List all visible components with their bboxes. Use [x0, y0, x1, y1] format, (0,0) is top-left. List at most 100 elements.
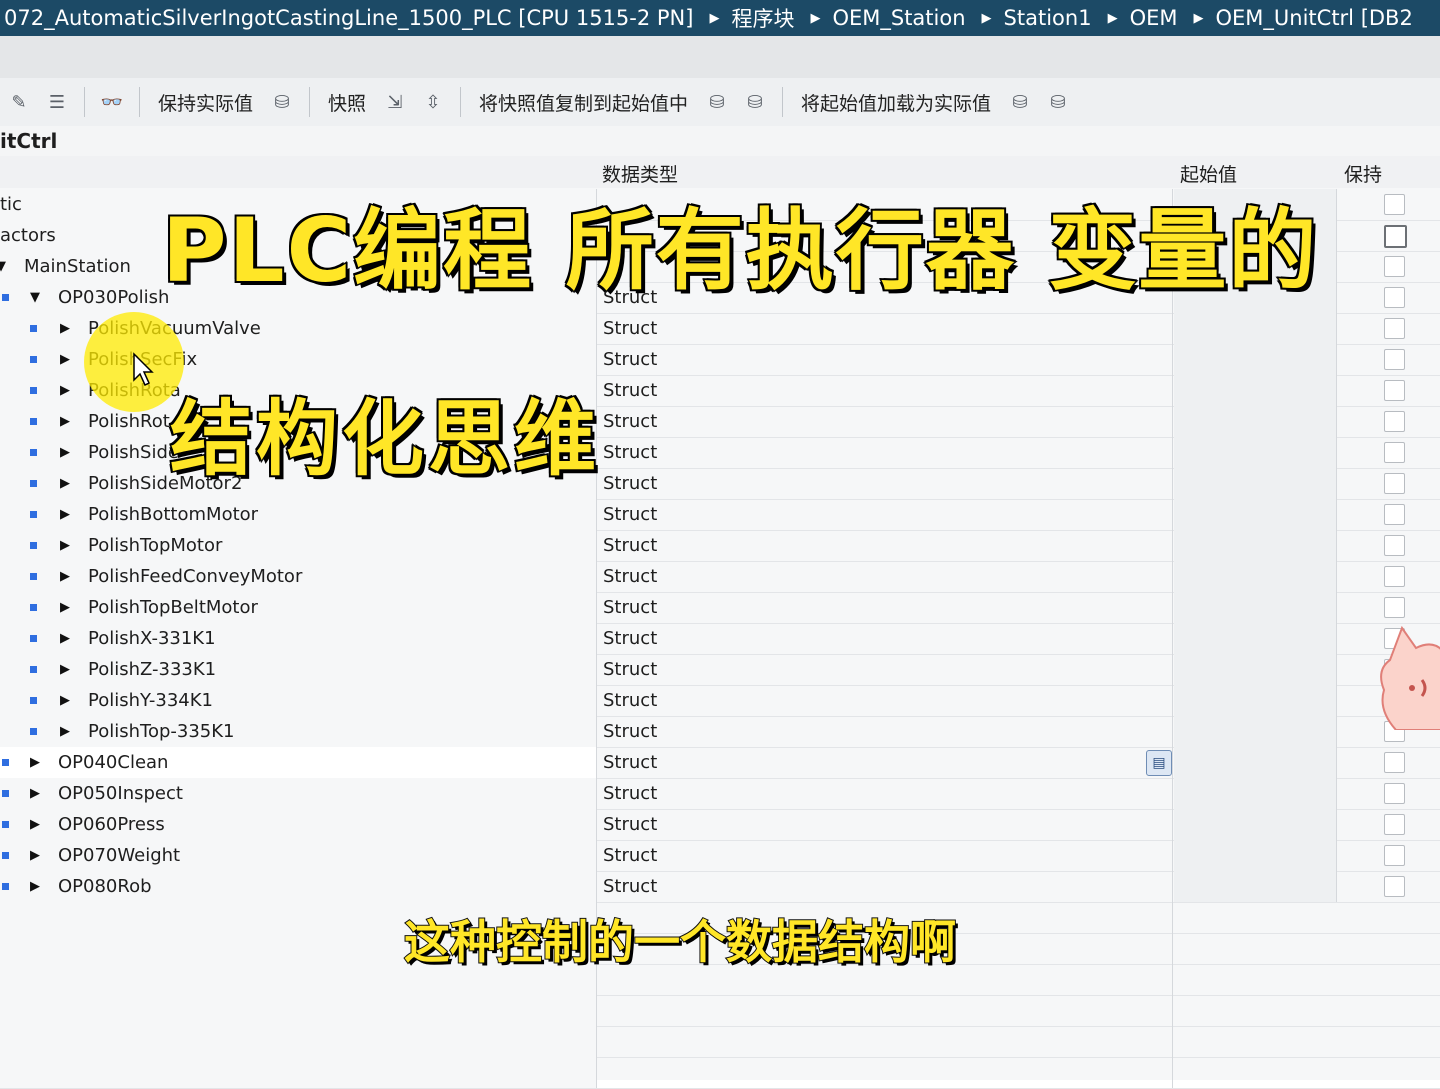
name-cell[interactable]: ▶ OP070Weight — [0, 840, 597, 871]
name-cell[interactable]: ▶ PolishTop-335K1 — [0, 716, 597, 747]
expand-arrow-icon[interactable]: ▶ — [60, 499, 70, 530]
table-row[interactable]: ▶ OP040Clean Struct ▤ — [0, 747, 1440, 779]
collapse-arrow-icon[interactable]: ▼ — [30, 282, 40, 313]
table-row[interactable]: ▶ OP060Press Struct — [0, 809, 1440, 841]
snapshot-save-icon[interactable]: ⇳ — [420, 90, 446, 114]
expand-arrow-icon[interactable]: ▶ — [60, 375, 70, 406]
table-row[interactable]: ▶ PolishY-334K1 Struct — [0, 685, 1440, 717]
retain-checkbox[interactable] — [1384, 318, 1405, 339]
expand-arrow-icon[interactable]: ▶ — [60, 437, 70, 468]
start-value-cell[interactable] — [1174, 468, 1337, 499]
data-type-cell[interactable]: Struct — [597, 716, 1173, 747]
start-value-cell[interactable] — [1174, 654, 1337, 685]
edit-icon[interactable]: ✎ — [6, 90, 32, 114]
start-value-cell[interactable] — [1174, 406, 1337, 437]
data-type-cell[interactable]: Struct — [597, 778, 1173, 809]
column-retain[interactable]: 保持 — [1344, 160, 1382, 187]
data-type-cell[interactable]: Struct — [597, 685, 1173, 716]
name-cell[interactable]: ▶ OP060Press — [0, 809, 597, 840]
start-value-cell[interactable] — [1174, 685, 1337, 716]
retain-checkbox[interactable] — [1384, 845, 1405, 866]
breadcrumb-item[interactable]: 072_AutomaticSilverIngotCastingLine_1500… — [0, 6, 701, 30]
snapshot-button[interactable]: 快照 — [318, 89, 376, 116]
expand-arrow-icon[interactable]: ▶ — [30, 747, 40, 778]
name-cell[interactable]: ▶ PolishX-331K1 — [0, 623, 597, 654]
table-row[interactable]: ▶ PolishX-331K1 Struct — [0, 623, 1440, 655]
list-icon[interactable]: ☰ — [44, 90, 70, 114]
data-type-cell[interactable]: Struct — [597, 530, 1173, 561]
retain-checkbox[interactable] — [1384, 256, 1405, 277]
database-icon[interactable]: ⛁ — [269, 90, 295, 114]
data-type-cell[interactable]: Struct — [597, 623, 1173, 654]
copy-snapshot-to-start-button[interactable]: 将快照值复制到起始值中 — [469, 89, 698, 116]
name-cell[interactable]: ▶ PolishTopBeltMotor — [0, 592, 597, 623]
breadcrumb-item[interactable]: Station1 — [1000, 6, 1100, 30]
table-row[interactable]: ▶ PolishZ-333K1 Struct — [0, 654, 1440, 686]
table-row[interactable]: ▶ OP070Weight Struct — [0, 840, 1440, 872]
start-value-cell[interactable] — [1174, 778, 1337, 809]
data-type-cell[interactable]: Struct — [597, 747, 1173, 778]
detail-edit-icon[interactable]: ▤ — [1146, 750, 1172, 776]
name-cell[interactable]: ▶ OP050Inspect — [0, 778, 597, 809]
retain-checkbox[interactable] — [1384, 783, 1405, 804]
name-cell[interactable]: ▶ PolishZ-333K1 — [0, 654, 597, 685]
expand-arrow-icon[interactable]: ▶ — [60, 654, 70, 685]
expand-arrow-icon[interactable]: ▶ — [60, 592, 70, 623]
start-value-cell[interactable] — [1174, 592, 1337, 623]
load-start-as-actual-button[interactable]: 将起始值加载为实际值 — [791, 89, 1001, 116]
load-start-all-icon[interactable]: ⛁ — [1045, 90, 1071, 114]
name-cell[interactable]: ▶ OP040Clean — [0, 747, 597, 778]
retain-checkbox[interactable] — [1384, 597, 1405, 618]
keep-actual-values-button[interactable]: 保持实际值 — [148, 89, 263, 116]
expand-arrow-icon[interactable]: ▶ — [60, 313, 70, 344]
start-value-cell[interactable] — [1174, 499, 1337, 530]
name-cell[interactable]: ▶ PolishBottomMotor — [0, 499, 597, 530]
breadcrumb-item[interactable]: OEM — [1126, 6, 1186, 30]
data-type-cell[interactable]: Struct — [597, 313, 1173, 344]
name-cell[interactable]: ▶ PolishY-334K1 — [0, 685, 597, 716]
name-cell[interactable]: ▶ PolishTopMotor — [0, 530, 597, 561]
expand-arrow-icon[interactable]: ▶ — [60, 685, 70, 716]
data-type-cell[interactable]: Struct — [597, 406, 1173, 437]
data-type-cell[interactable]: Struct — [597, 654, 1173, 685]
retain-checkbox[interactable] — [1384, 535, 1405, 556]
data-type-cell[interactable]: Struct — [597, 437, 1173, 468]
breadcrumb-item[interactable]: OEM_Station — [828, 6, 973, 30]
expand-arrow-icon[interactable]: ▶ — [30, 809, 40, 840]
table-row[interactable]: ▶ PolishTop-335K1 Struct — [0, 716, 1440, 748]
expand-arrow-icon[interactable]: ▶ — [30, 778, 40, 809]
start-value-cell[interactable] — [1174, 437, 1337, 468]
expand-arrow-icon[interactable]: ▶ — [60, 561, 70, 592]
start-value-cell[interactable] — [1174, 344, 1337, 375]
name-cell[interactable]: ▶ OP080Rob — [0, 871, 597, 902]
expand-arrow-icon[interactable]: ▶ — [30, 840, 40, 871]
retain-checkbox[interactable] — [1384, 814, 1405, 835]
table-row[interactable]: ▶ PolishTopMotor Struct — [0, 530, 1440, 562]
breadcrumb-item[interactable]: 程序块 — [727, 3, 802, 33]
start-value-cell[interactable] — [1174, 747, 1337, 778]
start-value-cell[interactable] — [1174, 375, 1337, 406]
snapshot-load-icon[interactable]: ⇲ — [382, 90, 408, 114]
table-row[interactable]: ▶ PolishBottomMotor Struct — [0, 499, 1440, 531]
start-value-cell[interactable] — [1174, 623, 1337, 654]
retain-checkbox[interactable] — [1384, 442, 1405, 463]
start-value-cell[interactable] — [1174, 561, 1337, 592]
expand-arrow-icon[interactable]: ▶ — [60, 530, 70, 561]
copy-snapshot-all-icon[interactable]: ⛁ — [742, 90, 768, 114]
retain-checkbox[interactable] — [1384, 473, 1405, 494]
retain-checkbox[interactable] — [1384, 876, 1405, 897]
start-value-cell[interactable] — [1174, 809, 1337, 840]
expand-arrow-icon[interactable]: ▶ — [60, 406, 70, 437]
retain-checkbox[interactable] — [1384, 287, 1405, 308]
data-type-cell[interactable]: Struct — [597, 499, 1173, 530]
data-type-cell[interactable]: Struct — [597, 809, 1173, 840]
expand-arrow-icon[interactable]: ▶ — [60, 344, 70, 375]
retain-checkbox[interactable] — [1384, 380, 1405, 401]
name-cell[interactable]: ▶ PolishFeedConveyMotor — [0, 561, 597, 592]
retain-checkbox[interactable] — [1384, 225, 1407, 248]
start-value-cell[interactable] — [1174, 313, 1337, 344]
data-type-cell[interactable]: Struct — [597, 871, 1173, 902]
retain-checkbox[interactable] — [1384, 349, 1405, 370]
data-type-cell[interactable]: Struct — [597, 592, 1173, 623]
data-type-cell[interactable]: Struct — [597, 468, 1173, 499]
